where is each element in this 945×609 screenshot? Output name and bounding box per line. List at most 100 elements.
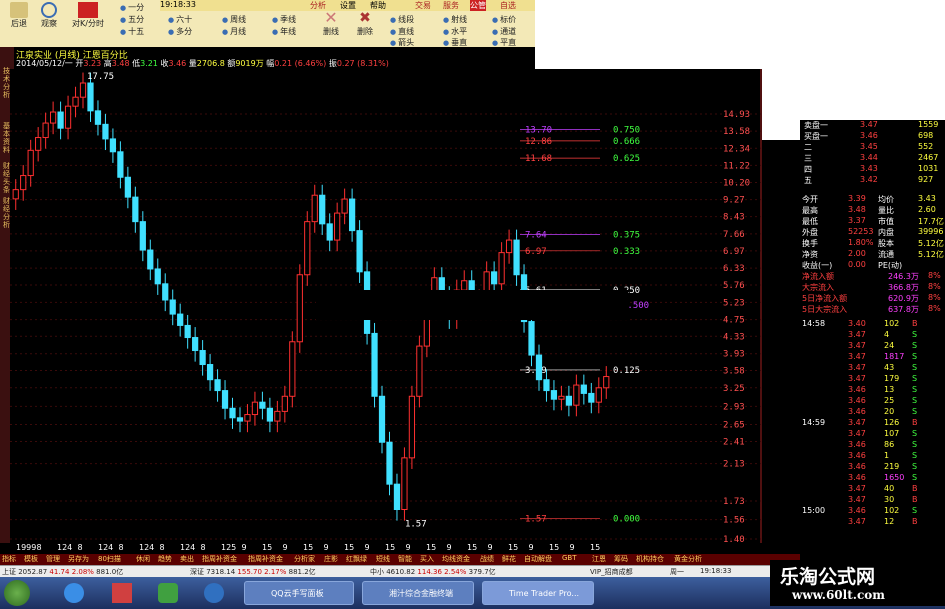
qq-icon[interactable]: [158, 583, 178, 603]
tick-volume: 13: [884, 385, 895, 394]
option-weekly[interactable]: 周线: [222, 14, 246, 25]
delete-line-button[interactable]: ✕ 删线: [318, 10, 344, 37]
task-qq-handwriting[interactable]: QQ云手写面板: [244, 581, 354, 605]
back-button[interactable]: 后退: [4, 2, 34, 29]
option-60min[interactable]: 六十: [168, 14, 192, 25]
indicator-tab[interactable]: 80扫描: [98, 554, 121, 564]
tick-side: S: [912, 451, 918, 460]
candle-body: [49, 111, 57, 124]
option-yearly[interactable]: 年线: [272, 26, 296, 37]
view-button[interactable]: 观察: [34, 2, 64, 29]
indicator-tab[interactable]: 另存为: [68, 554, 89, 564]
indicator-tab[interactable]: GBT: [562, 554, 577, 562]
indicator-tab[interactable]: 买入: [420, 554, 434, 564]
tick-price: 3.47: [848, 495, 866, 504]
erase-label: 删除: [357, 27, 373, 36]
candle-body: [35, 137, 42, 151]
x-tick-label: 8: [159, 543, 165, 552]
task-trading-terminal[interactable]: 湘汁综合金融终端: [362, 581, 474, 605]
option-multimin[interactable]: 多分: [168, 26, 192, 37]
option-5min[interactable]: 五分: [120, 14, 144, 25]
app-icon[interactable]: [112, 583, 132, 603]
stat-value: 5.12亿: [918, 239, 944, 248]
indicator-tab[interactable]: 均线资金: [442, 554, 470, 564]
indicator-tab[interactable]: 休闲: [136, 554, 150, 564]
tick-volume: 107: [884, 429, 900, 438]
indicator-tab[interactable]: 黄金分析: [674, 554, 702, 564]
indicator-tab[interactable]: 筹码: [614, 554, 628, 564]
indicator-tab[interactable]: 分析家: [294, 554, 315, 564]
task-time-trader[interactable]: Time Trader Pro...: [482, 581, 594, 605]
tool-ray[interactable]: 射线: [443, 14, 467, 25]
tool-price-label[interactable]: 标价: [492, 14, 516, 25]
candle-body: [505, 239, 513, 254]
tick-price: 3.47: [848, 517, 866, 526]
tick-time: 15:00: [802, 506, 826, 515]
indicator-tab[interactable]: 指周补资金: [248, 554, 283, 564]
indicator-tab[interactable]: 指标: [2, 554, 16, 564]
indicator-tab[interactable]: 战绩: [480, 554, 494, 564]
network-icon[interactable]: [204, 583, 224, 603]
tick-price: 3.47: [848, 374, 866, 383]
indicator-tab[interactable]: 卖出: [180, 554, 194, 564]
option-monthly[interactable]: 月线: [222, 26, 246, 37]
indicator-tab[interactable]: 鲜花: [502, 554, 516, 564]
option-1min[interactable]: 一分: [120, 2, 144, 13]
tab-trade[interactable]: 交易: [415, 0, 431, 11]
tool-line[interactable]: 直线: [390, 26, 414, 37]
tab-public[interactable]: 公管: [470, 0, 486, 11]
candle-body: [229, 407, 236, 419]
tick-side: S: [912, 440, 918, 449]
tick-row: 3.47 43 S: [800, 363, 945, 374]
tool-horizontal[interactable]: 水平: [443, 26, 467, 37]
stat-label: 收益(一): [802, 261, 833, 270]
menu-settings[interactable]: 设置: [340, 0, 356, 11]
y-tick-label: 12.34: [723, 144, 750, 154]
tick-row: 3.46 219 S: [800, 462, 945, 473]
tool-segment[interactable]: 线段: [390, 14, 414, 25]
menu-help[interactable]: 帮助: [370, 0, 386, 11]
indicator-tab[interactable]: 管理: [46, 554, 60, 564]
ie-icon[interactable]: [64, 583, 84, 603]
chart-switch-button[interactable]: 对K/分时: [66, 2, 110, 29]
indicator-tab[interactable]: 庄影: [324, 554, 338, 564]
flow-pct: 8%: [928, 271, 941, 280]
indicator-tab[interactable]: 智能: [398, 554, 412, 564]
indicator-tab[interactable]: 短线: [376, 554, 390, 564]
menu-analysis[interactable]: 分析: [310, 0, 326, 11]
erase-button[interactable]: ✖ 删除: [352, 10, 378, 37]
y-tick-label: 1.40: [723, 535, 745, 543]
gann-pct-label: 0.125: [613, 366, 640, 376]
candle-body: [491, 271, 498, 285]
indicator-tab[interactable]: 机构持仓: [636, 554, 664, 564]
indicator-tab[interactable]: 指周补资金: [202, 554, 237, 564]
close-value: 3.46: [168, 59, 187, 68]
option-15min[interactable]: 十五: [120, 26, 144, 37]
y-tick-label: 10.20: [723, 178, 750, 188]
stat-label: 净资: [802, 250, 818, 259]
y-tick-label: 3.93: [723, 350, 745, 360]
option-quarterly[interactable]: 季线: [272, 14, 296, 25]
candle-body: [393, 483, 401, 511]
tool-channel[interactable]: 通道: [492, 26, 516, 37]
indicator-tab[interactable]: 红飘绿: [346, 554, 367, 564]
stat-value: 5.12亿: [918, 250, 944, 259]
indicator-tab[interactable]: 趋势: [158, 554, 172, 564]
indicator-tab[interactable]: 自动解盘: [524, 554, 552, 564]
tab-service[interactable]: 服务: [443, 0, 459, 11]
flow-value: 246.3万: [888, 272, 919, 281]
tick-price: 3.46: [848, 440, 866, 449]
sh-index: 上证 2052.87: [2, 568, 48, 576]
tick-price: 3.47: [848, 418, 866, 427]
tab-watchlist[interactable]: 自选: [500, 0, 516, 11]
tick-row: 3.47 107 S: [800, 429, 945, 440]
candle-body: [236, 417, 244, 422]
tick-volume: 25: [884, 396, 895, 405]
indicator-tab[interactable]: 江恩: [592, 554, 606, 564]
x-tick-label: 9: [282, 543, 288, 552]
start-button[interactable]: [4, 580, 30, 606]
order-price: 3.42: [860, 175, 878, 184]
gann-pct-label: 0.625: [613, 154, 640, 164]
indicator-tab[interactable]: 模板: [24, 554, 38, 564]
volume-value: 2706.8: [196, 59, 225, 68]
